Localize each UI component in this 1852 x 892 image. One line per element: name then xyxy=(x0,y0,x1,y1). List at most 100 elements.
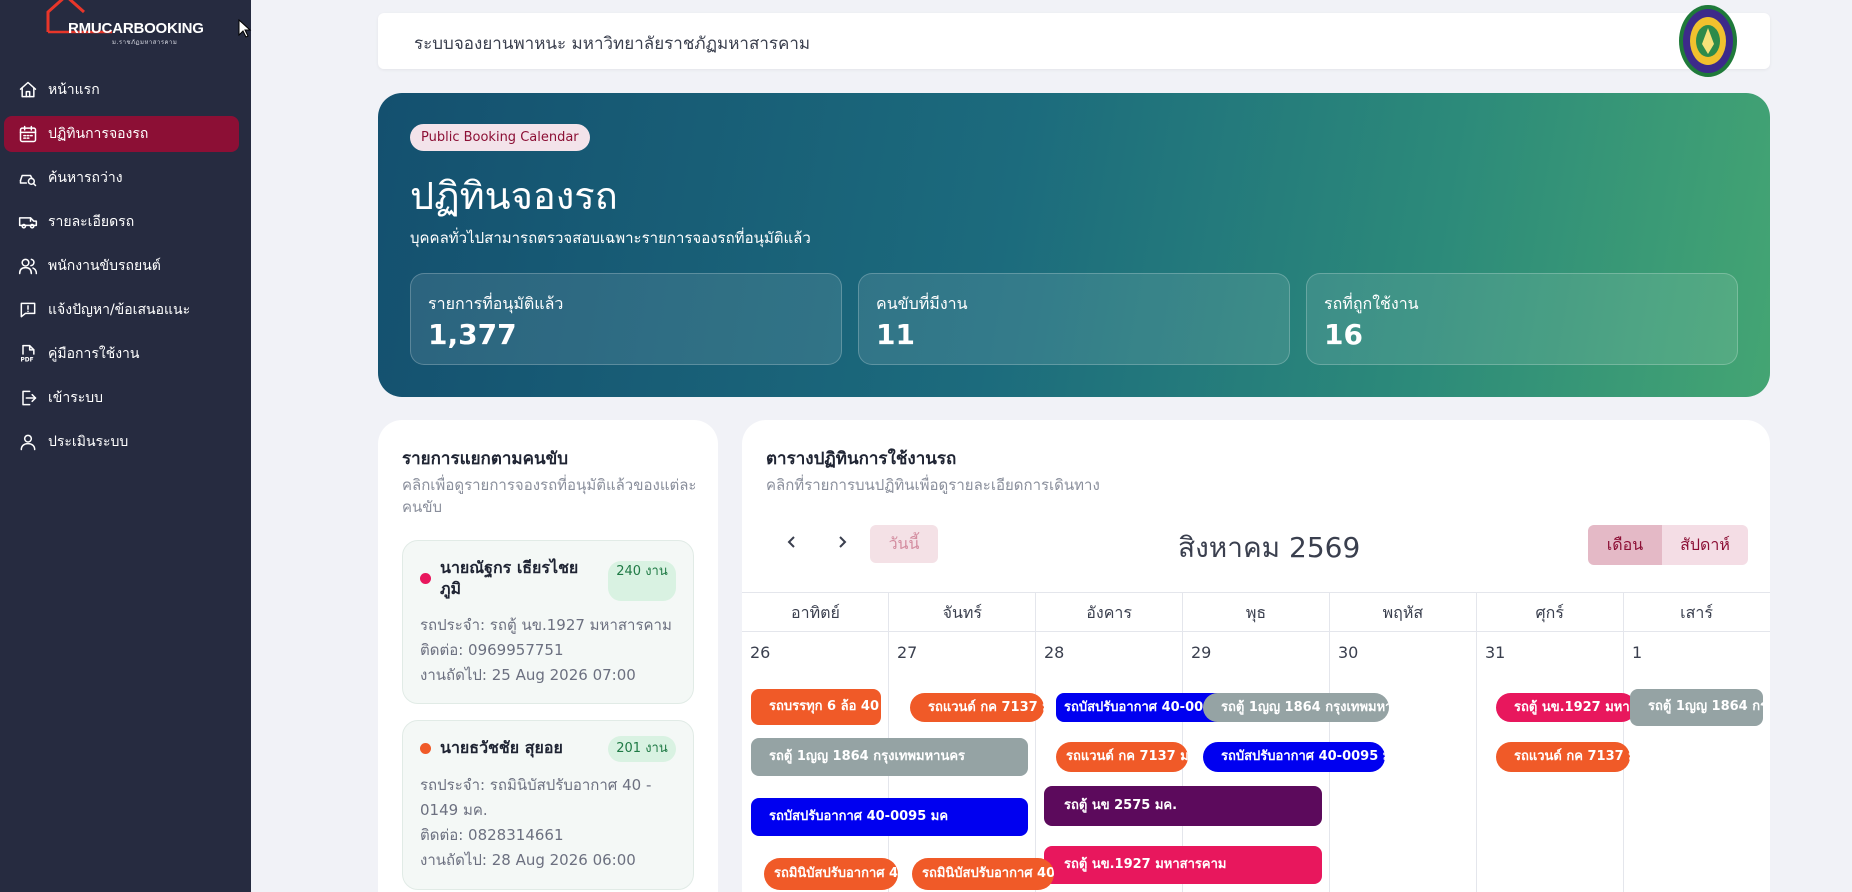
brand-subtitle: ม.ราชภัฏมหาสารคาม xyxy=(112,39,178,46)
drivers-panel-title: รายการแยกตามคนขับ xyxy=(402,449,569,469)
stat-label: รถที่ถูกใช้งาน xyxy=(1324,294,1419,313)
university-seal-icon xyxy=(1679,5,1737,77)
page-title: ปฏิทินจองรถ xyxy=(410,174,618,218)
user-icon xyxy=(16,430,40,454)
day-number[interactable]: 31 xyxy=(1485,643,1505,662)
calendar-event[interactable]: รถตู้ นข.1927 มหาสารคาม xyxy=(1044,846,1322,884)
next-month-button[interactable] xyxy=(828,528,856,556)
day-number[interactable]: 30 xyxy=(1338,643,1358,662)
page-subtitle: บุคคลทั่วไปสามารถตรวจสอบเฉพาะรายการจองรถ… xyxy=(410,229,811,247)
chevron-left-icon xyxy=(787,536,795,548)
calendar-event[interactable]: รถแวนด์ กค 7137 มค. xyxy=(1496,742,1630,772)
weekday-label: อาทิตย์ xyxy=(790,603,840,622)
stat-label: คนขับที่มีงาน xyxy=(876,294,968,313)
driver-next-job: งานถัดไป: 25 Aug 2026 07:00 xyxy=(420,666,636,684)
calendar-event[interactable]: รถมินิบัสปรับอากาศ 40 - 0149 มค. xyxy=(912,858,1054,890)
stat-value: 16 xyxy=(1324,318,1363,351)
grid-divider xyxy=(1623,592,1624,892)
brand-name: RMUCARBOOKING xyxy=(68,20,204,37)
calendar-icon xyxy=(16,122,40,146)
weekday-label: เสาร์ xyxy=(1680,603,1713,622)
driver-job-count: 240 งาน xyxy=(608,561,676,601)
sidebar-item-login[interactable]: เข้าระบบ xyxy=(4,380,239,416)
day-number[interactable]: 28 xyxy=(1044,643,1064,662)
driver-phone: ติดต่อ: 0828314661 xyxy=(420,826,564,844)
sidebar-item-label: แจ้งปัญหา/ข้อเสนอแนะ xyxy=(48,302,191,318)
driver-color-dot xyxy=(420,743,431,754)
chevron-right-icon xyxy=(839,536,847,548)
month-view-button[interactable]: เดือน xyxy=(1588,525,1662,565)
calendar-event[interactable]: รถตู้ นข.1927 มหาสารคาม xyxy=(1496,693,1636,722)
drivers-panel: รายการแยกตามคนขับ คลิกเพื่อดูรายการจองรถ… xyxy=(378,420,718,892)
sidebar-item-search-car[interactable]: ค้นหารถว่าง xyxy=(4,160,239,196)
calendar-event[interactable]: รถบัสปรับอากาศ 40-0095 มค xyxy=(1203,742,1385,772)
grid-divider xyxy=(1476,592,1477,892)
calendar-event[interactable]: รถตู้ นข 2575 มค. xyxy=(1044,786,1322,826)
calendar-title: ตารางปฏิทินการใช้งานรถ xyxy=(766,449,957,469)
calendar-event[interactable]: รถตู้ 1ญญ 1864 กรุงเทพมหานคร xyxy=(751,738,1028,776)
calendar-event[interactable]: รถบัสปรับอากาศ 40-0095 มค xyxy=(751,798,1028,836)
sidebar-item-label: ปฏิทินการจองรถ xyxy=(48,126,149,142)
driver-name: นายธวัชชัย สุยอย xyxy=(440,738,563,757)
weekday-header: อาทิตย์ จันทร์ อังคาร พุธ พฤหัส ศุกร์ เส… xyxy=(742,592,1770,632)
calendar-event[interactable]: รถตู้ 1ญญ 1864 กรุงเทพมหานคร xyxy=(1203,693,1389,722)
today-button[interactable]: วันนี้ xyxy=(870,525,938,563)
brand-logo[interactable]: RMUCARBOOKING ม.ราชภัฏมหาสารคาม xyxy=(42,0,204,52)
calendar-subtitle: คลิกที่รายการบนปฏิทินเพื่อดูรายละเอียดกา… xyxy=(766,476,1100,494)
stat-value: 1,377 xyxy=(428,318,517,351)
sidebar-item-car-details[interactable]: รายละเอียดรถ xyxy=(4,204,239,240)
sidebar-item-manual[interactable]: PDF คู่มือการใช้งาน xyxy=(4,336,239,372)
login-icon xyxy=(16,386,40,410)
driver-car: รถประจำ: รถมินิบัสปรับอากาศ 40 - 0149 มค… xyxy=(420,776,652,819)
driver-name: นายณัฐกร เธียรไชยภูมิ xyxy=(440,558,579,598)
mouse-cursor-icon xyxy=(238,19,252,38)
stat-approved: รายการที่อนุมัติแล้ว 1,377 xyxy=(410,273,842,365)
pdf-icon: PDF xyxy=(16,342,40,366)
driver-job-count: 201 งาน xyxy=(608,736,676,762)
calendar-panel: ตารางปฏิทินการใช้งานรถ คลิกที่รายการบนปฏ… xyxy=(742,420,1770,892)
svg-text:PDF: PDF xyxy=(21,358,34,364)
sidebar-item-drivers[interactable]: พนักงานขับรถยนต์ xyxy=(4,248,239,284)
sidebar-item-label: เข้าระบบ xyxy=(48,390,104,406)
day-number[interactable]: 29 xyxy=(1191,643,1211,662)
van-icon xyxy=(16,210,40,234)
calendar-month-label: สิงหาคม 2569 xyxy=(1178,531,1361,564)
stat-value: 11 xyxy=(876,318,915,351)
sidebar-item-label: ค้นหารถว่าง xyxy=(48,170,123,186)
driver-color-dot xyxy=(420,573,431,584)
driver-phone: ติดต่อ: 0969957751 xyxy=(420,641,564,659)
driver-card[interactable]: นายณัฐกร เธียรไชยภูมิ 240 งาน รถประจำ: ร… xyxy=(402,540,694,704)
public-calendar-badge: Public Booking Calendar xyxy=(410,124,590,151)
day-number[interactable]: 1 xyxy=(1632,643,1642,662)
sidebar-item-feedback[interactable]: แจ้งปัญหา/ข้อเสนอแนะ xyxy=(4,292,239,328)
day-number[interactable]: 27 xyxy=(897,643,917,662)
sidebar-item-label: ประเมินระบบ xyxy=(48,434,129,450)
sidebar-item-home[interactable]: หน้าแรก xyxy=(4,72,239,108)
system-title: ระบบจองยานพาหนะ มหาวิทยาลัยราชภัฏมหาสารค… xyxy=(414,34,811,54)
weekday-label: อังคาร xyxy=(1086,603,1132,622)
message-alert-icon xyxy=(16,298,40,322)
hero-banner: Public Booking Calendar ปฏิทินจองรถ บุคค… xyxy=(378,93,1770,397)
sidebar-item-calendar[interactable]: ปฏิทินการจองรถ xyxy=(4,116,239,152)
prev-month-button[interactable] xyxy=(778,528,806,556)
calendar-event[interactable]: รถบรรทุก 6 ล้อ 40 - 0 xyxy=(751,689,881,725)
sidebar-item-label: พนักงานขับรถยนต์ xyxy=(48,258,161,274)
calendar-event[interactable]: รถแวนด์ กค 7137 มค. xyxy=(1056,742,1188,772)
driver-car: รถประจำ: รถตู้ นข.1927 มหาสารคาม xyxy=(420,616,672,634)
grid-divider xyxy=(1035,592,1036,892)
driver-card[interactable]: นายธวัชชัย สุยอย 201 งาน รถประจำ: รถมินิ… xyxy=(402,720,694,890)
users-icon xyxy=(16,254,40,278)
weekday-label: พฤหัส xyxy=(1382,603,1424,622)
stat-drivers: คนขับที่มีงาน 11 xyxy=(858,273,1290,365)
sidebar-item-label: รายละเอียดรถ xyxy=(48,214,135,230)
search-car-icon xyxy=(16,166,40,190)
day-number[interactable]: 26 xyxy=(750,643,770,662)
calendar-event[interactable]: รถมินิบัสปรับอากาศ 40 - 0149 มค. xyxy=(764,858,898,890)
sidebar-item-label: คู่มือการใช้งาน xyxy=(48,346,140,362)
week-view-button[interactable]: สัปดาห์ xyxy=(1662,525,1748,565)
calendar-event[interactable]: รถแวนด์ กค 7137 มค. xyxy=(910,693,1044,722)
drivers-panel-subtitle: คลิกเพื่อดูรายการจองรถที่อนุมัติแล้วของแ… xyxy=(402,476,697,516)
calendar-event[interactable]: รถตู้ 1ญญ 1864 กรุงเทพมหานคร xyxy=(1630,689,1763,726)
sidebar-item-evaluate[interactable]: ประเมินระบบ xyxy=(4,424,239,460)
weekday-label: ศุกร์ xyxy=(1535,603,1564,622)
